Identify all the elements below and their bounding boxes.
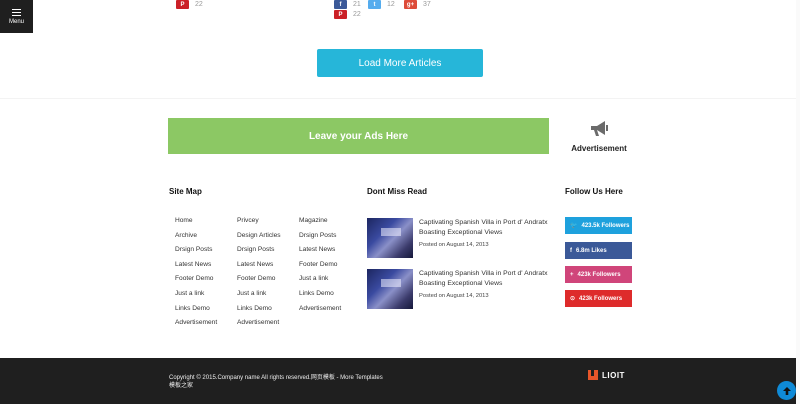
sitemap-link[interactable]: Archive	[175, 231, 237, 246]
ads-banner[interactable]: Leave your Ads Here	[168, 118, 549, 154]
follow-count: 6.8m Likes	[576, 247, 607, 254]
footer	[0, 358, 800, 404]
follow-count: 423k Followers	[579, 295, 623, 302]
sitemap-link[interactable]: Just a link	[175, 289, 237, 304]
sitemap-link[interactable]: Drsign Posts	[299, 231, 361, 246]
sitemap-link[interactable]: Footer Demo	[237, 274, 299, 289]
megaphone-icon	[591, 121, 608, 136]
googleplus-follow-button[interactable]: + 423k Followers	[565, 266, 632, 283]
logo-text: LIOIT	[602, 370, 625, 380]
facebook-icon: f	[334, 0, 347, 9]
pinterest-follow-button[interactable]: ⊙ 423k Followers	[565, 290, 632, 307]
follow-count: 423k Followers	[577, 271, 621, 278]
article-item[interactable]: Captivating Spanish Villa in Port d' And…	[367, 218, 559, 258]
sitemap-link[interactable]: Drsign Posts	[237, 245, 299, 260]
article-title[interactable]: Captivating Spanish Villa in Port d' And…	[419, 218, 559, 238]
share-count: 22	[195, 1, 203, 8]
sitemap-column: Home Archive Drsign Posts Latest News Fo…	[175, 216, 237, 333]
sitemap-link[interactable]: Links Demo	[175, 304, 237, 319]
googleplus-icon: +	[570, 271, 574, 278]
share-count: 12	[387, 1, 395, 8]
sitemap-link[interactable]: Just a link	[299, 274, 361, 289]
article-date: Posted on August 14, 2013	[419, 293, 489, 300]
sitemap-link[interactable]: Latest News	[237, 260, 299, 275]
pinterest-icon: P	[334, 10, 347, 19]
divider	[0, 98, 800, 99]
article-thumbnail[interactable]	[367, 269, 413, 309]
sitemap-link[interactable]: Design Articles	[237, 231, 299, 246]
googleplus-icon: g+	[404, 0, 417, 9]
menu-button[interactable]: Menu	[0, 0, 33, 33]
sitemap-link[interactable]: Links Demo	[237, 304, 299, 319]
sitemap-link[interactable]: Links Demo	[299, 289, 361, 304]
share-pinterest-left[interactable]: P 22	[176, 0, 203, 9]
share-pinterest-mid[interactable]: P 22	[334, 10, 361, 19]
share-count: 22	[353, 11, 361, 18]
share-googleplus[interactable]: g+ 37	[404, 0, 431, 9]
facebook-follow-button[interactable]: f 6.8m Likes	[565, 242, 632, 259]
pinterest-icon: P	[176, 0, 189, 9]
share-facebook[interactable]: f 21	[334, 0, 361, 9]
footer-logo[interactable]: LIOIT	[588, 370, 625, 380]
sitemap-column: Privcey Design Articles Drsign Posts Lat…	[237, 216, 299, 333]
arrow-up-icon	[782, 386, 791, 395]
sitemap-link[interactable]: Footer Demo	[299, 260, 361, 275]
pinterest-icon: ⊙	[570, 296, 576, 302]
twitter-icon: t	[368, 0, 381, 9]
page: Menu P 22 f 21 t 12 g+ 37 P 22 Load More…	[0, 0, 800, 404]
sitemap-link[interactable]: Footer Demo	[175, 274, 237, 289]
twitter-icon: 🐦	[570, 223, 578, 229]
menu-label: Menu	[8, 18, 24, 25]
copyright-text: Copyright © 2015.Company name All rights…	[169, 374, 383, 390]
twitter-follow-button[interactable]: 🐦 423.5k Followers	[565, 217, 632, 234]
follow-title: Follow Us Here	[565, 187, 623, 196]
sitemap-column: Magazine Drsign Posts Latest News Footer…	[299, 216, 361, 333]
scroll-to-top-button[interactable]	[777, 381, 796, 400]
advertisement-box[interactable]: Advertisement	[565, 118, 633, 158]
sitemap-link[interactable]: Latest News	[299, 245, 361, 260]
dont-miss-title: Dont Miss Read	[367, 187, 428, 196]
sitemap-link[interactable]: Just a link	[237, 289, 299, 304]
sitemap-title: Site Map	[169, 187, 202, 196]
sitemap-links: Home Archive Drsign Posts Latest News Fo…	[175, 216, 361, 333]
copyright-line: Copyright © 2015.Company name All rights…	[169, 375, 383, 381]
follow-count: 423.5k Followers	[581, 222, 630, 229]
sitemap-link[interactable]: Advertisement	[299, 304, 361, 319]
share-count: 37	[423, 1, 431, 8]
facebook-icon: f	[570, 247, 572, 254]
sitemap-link[interactable]: Privcey	[237, 216, 299, 231]
sitemap-link[interactable]: Latest News	[175, 260, 237, 275]
hamburger-icon	[12, 8, 21, 16]
share-twitter[interactable]: t 12	[368, 0, 395, 9]
article-title[interactable]: Captivating Spanish Villa in Port d' And…	[419, 269, 559, 289]
logo-mark-icon	[588, 370, 598, 380]
sitemap-link[interactable]: Magazine	[299, 216, 361, 231]
sitemap-link[interactable]: Advertisement	[237, 318, 299, 333]
load-more-button[interactable]: Load More Articles	[317, 49, 483, 77]
article-thumbnail[interactable]	[367, 218, 413, 258]
share-count: 21	[353, 1, 361, 8]
article-item[interactable]: Captivating Spanish Villa in Port d' And…	[367, 269, 559, 309]
advertisement-label: Advertisement	[571, 144, 627, 153]
sitemap-link[interactable]: Home	[175, 216, 237, 231]
copyright-link[interactable]: 模板之家	[169, 382, 383, 390]
article-date: Posted on August 14, 2013	[419, 242, 489, 249]
sitemap-link[interactable]: Advertisement	[175, 318, 237, 333]
sitemap-link[interactable]: Drsign Posts	[175, 245, 237, 260]
scrollbar[interactable]	[796, 0, 800, 404]
